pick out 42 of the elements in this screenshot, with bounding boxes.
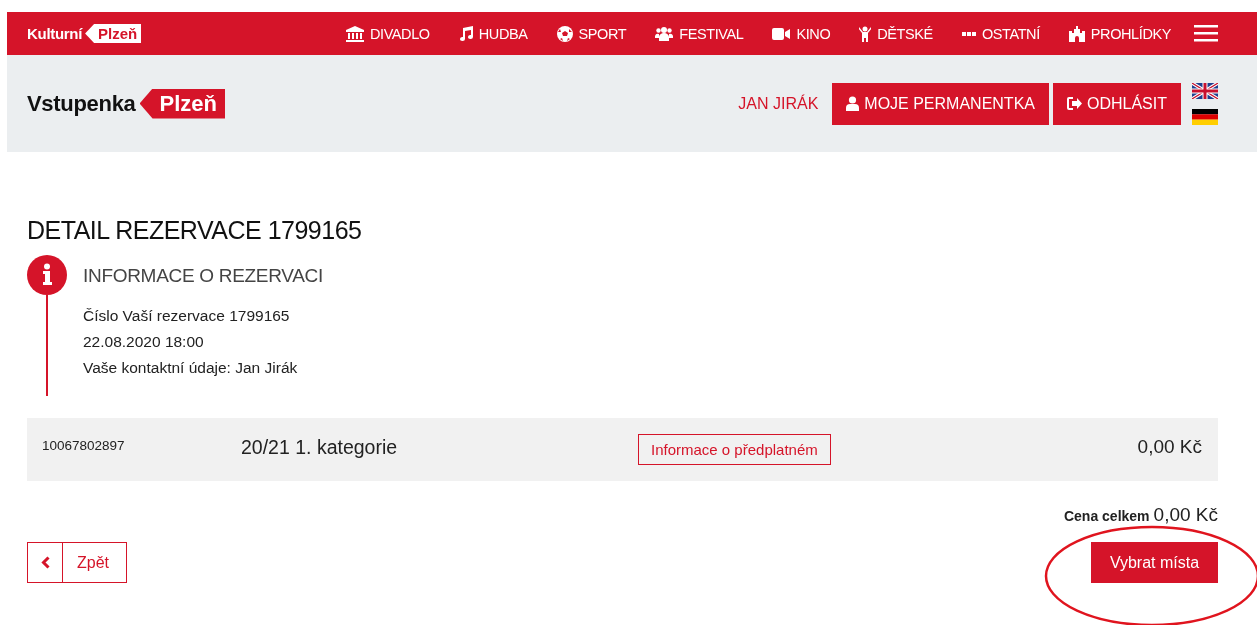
logo-tag[interactable]: Plzeň (85, 24, 142, 43)
ticket-name: 20/21 1. kategorie (241, 435, 399, 459)
german-flag-icon[interactable] (1192, 108, 1218, 125)
video-camera-icon (772, 27, 791, 40)
child-icon (859, 25, 872, 42)
logo-text[interactable]: Kulturní (27, 25, 83, 42)
castle-icon (1068, 25, 1085, 42)
back-button[interactable]: Zpět (27, 542, 127, 583)
bank-icon (345, 25, 364, 42)
chevron-left-icon (40, 556, 50, 569)
nav-link[interactable]: HUDBA (458, 25, 528, 42)
user-name[interactable]: JAN JIRÁK (738, 94, 819, 113)
music-note-icon (458, 26, 473, 41)
dots-icon (961, 31, 976, 36)
logo-tag[interactable]: Plzeň (139, 88, 226, 119)
ticket-price: 0,00 Kč (1137, 435, 1202, 458)
sign-out-icon (1067, 97, 1082, 110)
ticket-code: 10067802897 (42, 437, 126, 453)
nav-link[interactable]: DIVADLO (345, 25, 430, 42)
info-text: Číslo Vaší rezervace 1799165 (83, 306, 291, 326)
logo-text[interactable]: Vstupenka (27, 90, 136, 117)
nav-link[interactable]: OSTATNÍ (961, 25, 1040, 42)
info-text: Vaše kontaktní údaje: Jan Jirák (83, 358, 299, 378)
total-label: Cena celkem (1063, 508, 1150, 524)
uk-flag-icon[interactable] (1192, 82, 1218, 99)
ball-icon (556, 25, 573, 42)
user-icon (846, 96, 860, 111)
select-seats-button[interactable]: Vybrat místa (1091, 542, 1218, 583)
nav-link[interactable]: KINO (772, 25, 831, 42)
nav-link[interactable]: PROHLÍDKY (1068, 25, 1171, 42)
section-heading: INFORMACE O REZERVACI (83, 265, 324, 287)
subscription-button[interactable]: MOJE PERMANENTKA (832, 82, 1049, 125)
info-text: 22.08.2020 18:00 (83, 332, 205, 352)
nav-link[interactable]: SPORT (556, 25, 627, 42)
nav-link[interactable]: FESTIVAL (655, 25, 744, 42)
people-icon (655, 26, 674, 41)
page-title: DETAIL REZERVACE 1799165 (27, 215, 363, 246)
nav-link[interactable]: DĚTSKÉ (859, 25, 933, 42)
subscription-info-link[interactable]: Informace o předplatném (638, 434, 831, 465)
total-price: 0,00 Kč (1153, 504, 1218, 526)
logout-button[interactable]: ODHLÁSIT (1053, 82, 1181, 125)
menu-icon[interactable] (1194, 25, 1218, 42)
